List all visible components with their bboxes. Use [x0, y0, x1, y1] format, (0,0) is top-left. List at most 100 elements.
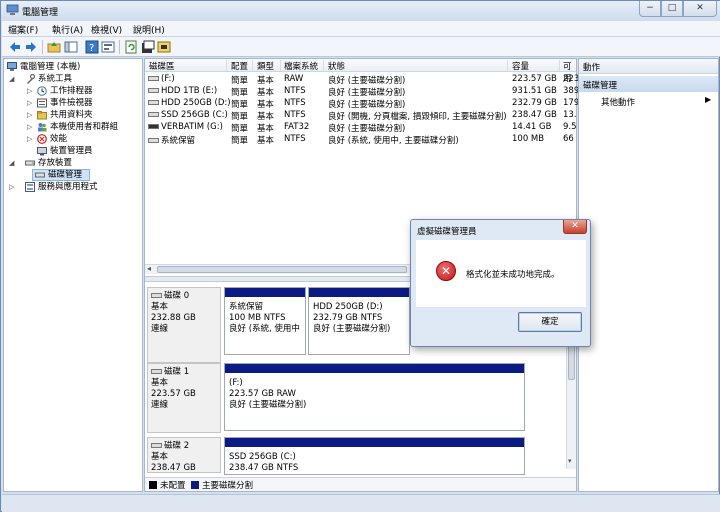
partition-bar [309, 288, 409, 297]
clock-icon [37, 86, 47, 96]
tree-item-storage[interactable]: ◢ 存放裝置 [7, 157, 142, 169]
partition-bar [225, 438, 524, 447]
volume-file-system: NTFS [284, 98, 306, 108]
properties-icon[interactable] [101, 40, 115, 54]
column-header-status[interactable]: 狀態 [328, 60, 508, 72]
volume-capacity: 232.79 GB [512, 98, 557, 108]
volume-free: 223 [563, 74, 580, 84]
navigation-tree: 電腦管理 (本機) ◢ 系統工具 ▷ 工作排程器 ▷ 事件檢視器 ▷ 共用資料夾… [3, 58, 143, 492]
help-icon[interactable]: ? [85, 40, 99, 54]
collapsed-arrow-icon[interactable]: ▷ [9, 181, 17, 193]
dialog-close-button[interactable]: ✕ [563, 220, 587, 234]
legend-bar: 未配置 主要磁碟分割 [145, 477, 576, 491]
volume-name: HDD 1TB (E:) [148, 86, 217, 96]
maximize-button[interactable]: □ [661, 1, 683, 17]
volume-capacity: 223.57 GB [512, 74, 557, 84]
disk-title: 磁碟 0 [164, 291, 190, 301]
menu-view[interactable]: 檢視(V) [91, 23, 122, 36]
volume-name: HDD 250GB (D:) [148, 98, 231, 108]
collapsed-arrow-icon[interactable]: ▷ [27, 133, 35, 145]
volume-capacity: 238.47 GB [512, 110, 557, 120]
dialog-title: 虛擬磁碟管理員 [417, 227, 477, 237]
column-header-layout[interactable]: 配置 [231, 60, 253, 72]
column-header-volume[interactable]: 磁碟區 [149, 60, 227, 72]
window-title: 電腦管理 [22, 8, 59, 18]
more-actions-link[interactable]: 其他動作 [601, 96, 635, 108]
menu-help[interactable]: 說明(H) [133, 23, 165, 36]
menu-bar: 檔案(F) 執行(A) 檢視(V) 說明(H) [2, 21, 720, 37]
partition-name: HDD 250GB (D:) [313, 302, 383, 312]
tree-item-device-manager[interactable]: 裝置管理員 [7, 145, 142, 157]
disk-1-label[interactable]: 磁碟 1 基本 223.57 GB 連線 [147, 363, 221, 433]
volume-free: 179 [563, 98, 580, 108]
export-list-icon[interactable] [141, 40, 155, 54]
folder-icon [37, 111, 47, 120]
performance-icon [37, 134, 47, 144]
close-window-button[interactable]: ✕ [683, 1, 717, 17]
volume-file-system: RAW [284, 74, 304, 84]
collapsed-arrow-icon[interactable]: ▷ [27, 121, 35, 133]
collapsed-arrow-icon[interactable]: ▷ [27, 97, 35, 109]
svg-text:?: ? [89, 43, 94, 54]
legend-unallocated: 未配置 [160, 481, 186, 491]
actions-section-disk-management[interactable]: 磁碟管理 [579, 76, 718, 92]
disk-wizard-icon[interactable] [157, 40, 171, 54]
refresh-icon[interactable] [124, 40, 138, 54]
minimize-button[interactable]: − [639, 1, 661, 17]
volume-type: 基本 [257, 112, 275, 122]
volume-type: 基本 [257, 76, 275, 86]
scroll-down-arrow-icon[interactable]: ▾ [568, 457, 572, 465]
expanded-arrow-icon[interactable]: ◢ [9, 73, 17, 85]
menu-action[interactable]: 執行(A) [52, 23, 83, 36]
tree-item-shared-folders[interactable]: ▷ 共用資料夾 [7, 109, 142, 121]
column-header-free[interactable]: 可用 [563, 60, 577, 84]
volume-row[interactable]: VERBATIM (G:) 簡單 基本 FAT32 良好 (主要磁碟分割) 14… [145, 122, 577, 134]
collapsed-arrow-icon[interactable]: ▷ [27, 85, 35, 97]
column-header-file-system[interactable]: 檔案系統 [284, 60, 324, 72]
tree-item-label: 系統工具 [38, 74, 73, 84]
tree-item-disk-management[interactable]: 磁碟管理 [32, 169, 90, 181]
volume-free: 389 [563, 86, 580, 96]
dialog-body: ✕ 格式化並未成功地完成。 [416, 240, 586, 307]
partition-ssd-256gb[interactable]: SSD 256GB (C:) 238.47 GB NTFS [224, 437, 525, 475]
scroll-left-arrow-icon[interactable]: ◂ [147, 264, 151, 273]
toolbar-separator [42, 40, 43, 54]
partition-system-reserved[interactable]: 系統保留 100 MB NTFS 良好 (系統, 使用中 [224, 287, 306, 355]
back-arrow-icon[interactable] [8, 40, 22, 54]
volume-row[interactable]: (F:) 簡單 基本 RAW 良好 (主要磁碟分割) 223.57 GB 223 [145, 74, 580, 86]
tree-item-local-users[interactable]: ▷ 本機使用者和群組 [7, 121, 142, 133]
menu-file[interactable]: 檔案(F) [8, 23, 38, 36]
up-folder-icon[interactable] [47, 40, 61, 54]
volume-row[interactable]: HDD 250GB (D:) 簡單 基本 NTFS 良好 (主要磁碟分割) 23… [145, 98, 580, 110]
volume-status: 良好 (系統, 使用中, 主要磁碟分割) [328, 136, 459, 146]
volume-layout: 簡單 [231, 112, 249, 122]
column-header-type[interactable]: 類型 [257, 60, 281, 72]
volume-row[interactable]: 系統保留 簡單 基本 NTFS 良好 (系統, 使用中, 主要磁碟分割) 100… [145, 134, 576, 146]
tree-item-task-scheduler[interactable]: ▷ 工作排程器 [7, 85, 142, 97]
tree-item-performance[interactable]: ▷ 效能 [7, 133, 142, 145]
computer-management-app-icon [6, 4, 19, 15]
disk-0-label[interactable]: 磁碟 0 基本 232.88 GB 連線 [147, 287, 221, 363]
dialog-message: 格式化並未成功地完成。 [466, 270, 560, 280]
tree-item-event-viewer[interactable]: ▷ 事件檢視器 [7, 97, 142, 109]
tree-item-computer-management[interactable]: 電腦管理 (本機) [7, 61, 142, 73]
collapsed-arrow-icon[interactable]: ▷ [27, 109, 35, 121]
disk-2-label[interactable]: 磁碟 2 基本 238.47 GB [147, 437, 221, 473]
tree-item-system-tools[interactable]: ◢ 系統工具 [7, 73, 142, 85]
forward-arrow-icon[interactable] [24, 40, 38, 54]
ok-button[interactable]: 確定 [518, 312, 582, 332]
partition-f-drive[interactable]: (F:) 223.57 GB RAW 良好 (主要磁碟分割) [224, 363, 525, 431]
expanded-arrow-icon[interactable]: ◢ [9, 157, 17, 169]
show-hide-tree-icon[interactable] [64, 40, 78, 54]
scrollbar-thumb[interactable] [157, 266, 407, 273]
title-bar: 電腦管理 − □ ✕ [1, 1, 720, 21]
tree-item-services-applications[interactable]: ▷ 服務與應用程式 [7, 181, 142, 193]
volume-type: 基本 [257, 124, 275, 134]
disk-type: 基本 [151, 452, 169, 462]
volume-row[interactable]: HDD 1TB (E:) 簡單 基本 NTFS 良好 (主要磁碟分割) 931.… [145, 86, 580, 98]
tree-item-label: 電腦管理 (本機) [20, 62, 81, 72]
partition-hdd-250gb[interactable]: HDD 250GB (D:) 232.79 GB NTFS 良好 (主要磁碟分割… [308, 287, 410, 355]
submenu-arrow-icon[interactable]: ▶ [705, 95, 711, 104]
volume-row[interactable]: SSD 256GB (C:) 簡單 基本 NTFS 良好 (開機, 分頁檔案, … [145, 110, 577, 122]
column-header-capacity[interactable]: 容量 [512, 60, 560, 72]
